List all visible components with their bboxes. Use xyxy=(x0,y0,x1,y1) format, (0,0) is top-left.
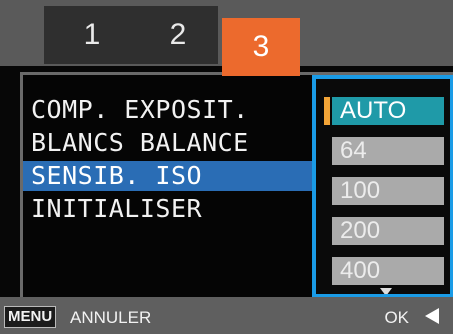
tab-strip: 1 2 3 xyxy=(0,0,453,76)
menu-item-label: COMP. EXPOSIT. xyxy=(31,95,249,124)
menu-item-blancs-balance[interactable]: BLANCS BALANCE xyxy=(31,128,353,158)
option-200[interactable]: 200 xyxy=(332,217,444,245)
tab-2[interactable]: 2 xyxy=(138,6,218,64)
option-label: 100 xyxy=(340,177,381,204)
menu-item-sensib-iso[interactable]: SENSIB. ISO xyxy=(23,161,345,191)
bottom-bar: MENU ANNULER OK xyxy=(0,297,453,334)
option-400[interactable]: 400 xyxy=(332,257,444,285)
ok-label: OK xyxy=(384,308,409,327)
ok-arrow-icon[interactable] xyxy=(425,308,439,324)
tab-1[interactable]: 1 xyxy=(44,6,140,64)
tab-3[interactable]: 3 xyxy=(222,18,300,76)
iso-options-list: AUTO 64 100 200 400 xyxy=(312,75,453,298)
option-label: 200 xyxy=(340,217,381,244)
menu-item-comp-exposit[interactable]: COMP. EXPOSIT. xyxy=(31,95,353,125)
option-64[interactable]: 64 xyxy=(332,137,444,165)
option-auto[interactable]: AUTO xyxy=(324,97,444,125)
menu-item-initialiser[interactable]: INITIALISER xyxy=(31,194,353,224)
current-option-marker xyxy=(324,97,330,125)
menu-item-label: BLANCS BALANCE xyxy=(31,128,249,157)
menu-item-label: INITIALISER xyxy=(31,194,203,223)
option-label: AUTO xyxy=(340,97,407,124)
cancel-label: ANNULER xyxy=(70,308,152,327)
camera-settings-screen: 1 2 3 COMP. EXPOSIT. BLANCS BALANCE SENS… xyxy=(0,0,453,334)
down-arrow-icon xyxy=(380,288,392,294)
option-100[interactable]: 100 xyxy=(332,177,444,205)
menu-button[interactable]: MENU xyxy=(4,306,57,328)
menu-item-label: SENSIB. ISO xyxy=(31,161,203,190)
option-label: 64 xyxy=(340,137,367,164)
option-label: 400 xyxy=(340,257,381,284)
